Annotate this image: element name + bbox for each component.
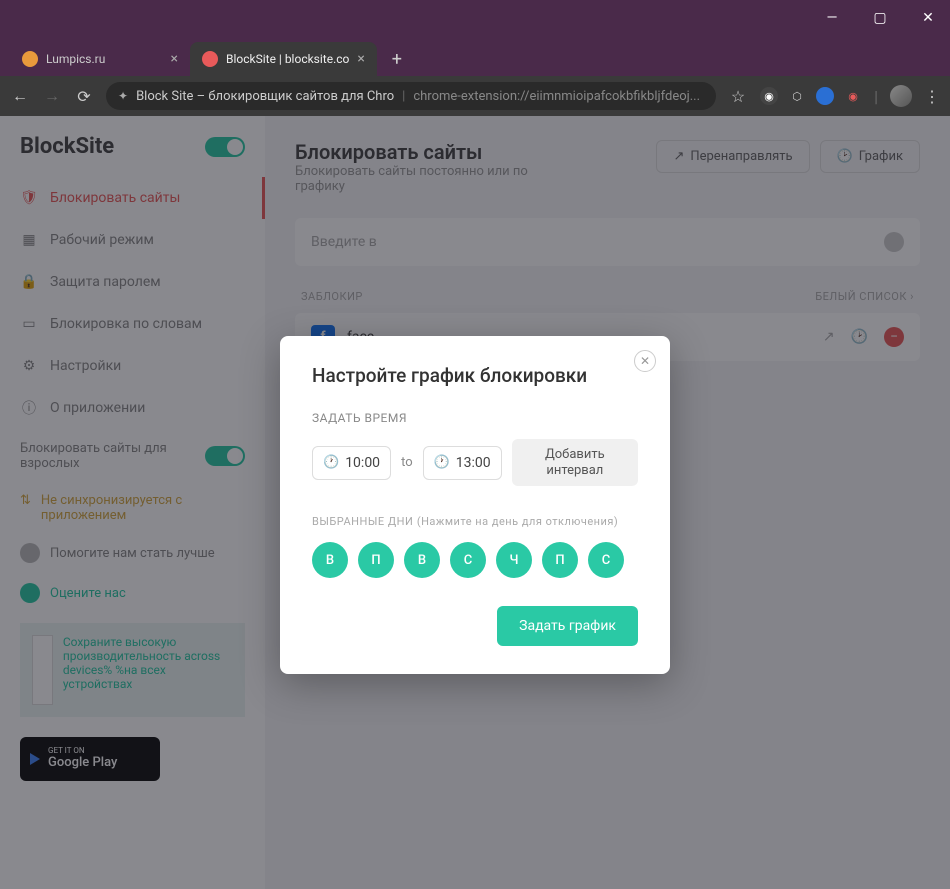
window-close[interactable]: ✕ (914, 4, 942, 32)
day-tue[interactable]: В (404, 542, 440, 578)
add-interval-button[interactable]: Добавить интервал (512, 439, 638, 486)
days-hint: (Нажмите на день для отключения) (417, 515, 618, 528)
days-section-label: ВЫБРАННЫЕ ДНИ (Нажмите на день для отклю… (312, 514, 638, 528)
nav-back-button[interactable]: ← (10, 86, 30, 106)
window-minimize[interactable]: — (818, 4, 846, 32)
day-sun[interactable]: В (312, 542, 348, 578)
url-text-suffix: chrome-extension://eiimnmioipafcokbfikbl… (413, 89, 700, 104)
address-bar: ← → ⟳ ✦ Block Site – блокировщик сайтов … (0, 76, 950, 116)
tab-blocksite[interactable]: BlockSite | blocksite.co × (190, 42, 377, 76)
url-text-prefix: Block Site – блокировщик сайтов для Chro (136, 89, 394, 104)
favicon-lumpics-icon (22, 51, 38, 67)
ext-icon-2[interactable]: ⬡ (788, 87, 806, 105)
tab-lumpics[interactable]: Lumpics.ru × (10, 42, 190, 76)
window-maximize[interactable]: ▢ (866, 4, 894, 32)
tab-strip: Lumpics.ru × BlockSite | blocksite.co × … (0, 36, 950, 76)
ext-icon-1[interactable]: ◉ (760, 87, 778, 105)
schedule-modal: ✕ Настройте график блокировки ЗАДАТЬ ВРЕ… (280, 336, 670, 674)
time-to-value: 13:00 (456, 455, 491, 471)
profile-avatar[interactable] (890, 85, 912, 107)
day-thu[interactable]: Ч (496, 542, 532, 578)
new-tab-button[interactable]: + (383, 45, 411, 73)
day-wed[interactable]: С (450, 542, 486, 578)
days-row: В П В С Ч П С (312, 542, 638, 578)
ext-icon-4[interactable]: ◉ (844, 87, 862, 105)
bookmark-star-icon[interactable]: ☆ (728, 87, 748, 106)
tab-title: Lumpics.ru (46, 52, 105, 66)
time-from-input[interactable]: 🕐 10:00 (312, 446, 391, 480)
tab-close-icon[interactable]: × (171, 51, 178, 67)
ext-icon-3[interactable] (816, 87, 834, 105)
time-to-input[interactable]: 🕐 13:00 (423, 446, 502, 480)
clock-icon: 🕐 (434, 455, 450, 470)
extension-icon: ✦ (118, 89, 128, 103)
submit-button[interactable]: Задать график (497, 606, 638, 646)
url-input[interactable]: ✦ Block Site – блокировщик сайтов для Ch… (106, 82, 716, 110)
clock-icon: 🕐 (323, 455, 339, 470)
favicon-blocksite-icon (202, 51, 218, 67)
tab-close-icon[interactable]: × (357, 51, 364, 67)
day-sat[interactable]: С (588, 542, 624, 578)
nav-reload-button[interactable]: ⟳ (74, 87, 94, 106)
nav-forward-button[interactable]: → (42, 86, 62, 106)
modal-close-button[interactable]: ✕ (634, 350, 656, 372)
extension-icons: ◉ ⬡ ◉ (760, 87, 862, 105)
window-titlebar: — ▢ ✕ (0, 0, 950, 36)
tab-title: BlockSite | blocksite.co (226, 52, 349, 66)
time-section-label: ЗАДАТЬ ВРЕМЯ (312, 411, 638, 425)
to-label: to (401, 455, 413, 470)
time-from-value: 10:00 (345, 455, 380, 471)
day-mon[interactable]: П (358, 542, 394, 578)
day-fri[interactable]: П (542, 542, 578, 578)
browser-menu-button[interactable]: ⋮ (924, 87, 940, 106)
modal-title: Настройте график блокировки (312, 364, 638, 387)
